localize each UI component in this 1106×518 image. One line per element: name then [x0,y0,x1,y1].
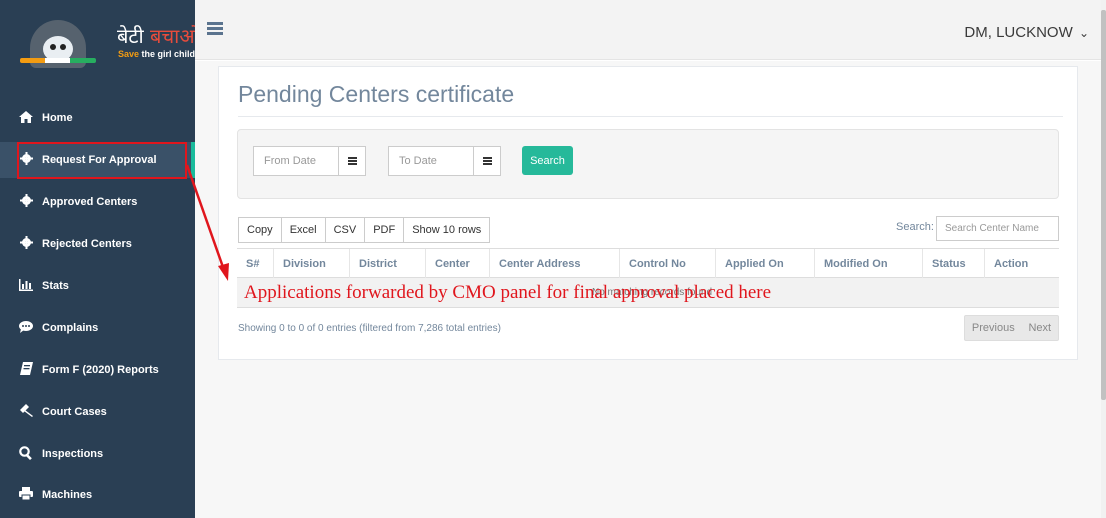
previous-button[interactable]: Previous [972,322,1015,334]
table-info: Showing 0 to 0 of 0 entries (filtered fr… [238,323,501,334]
pagination: Previous Next [964,315,1059,341]
next-button[interactable]: Next [1028,322,1051,334]
annotation-arrow-icon [185,164,229,281]
